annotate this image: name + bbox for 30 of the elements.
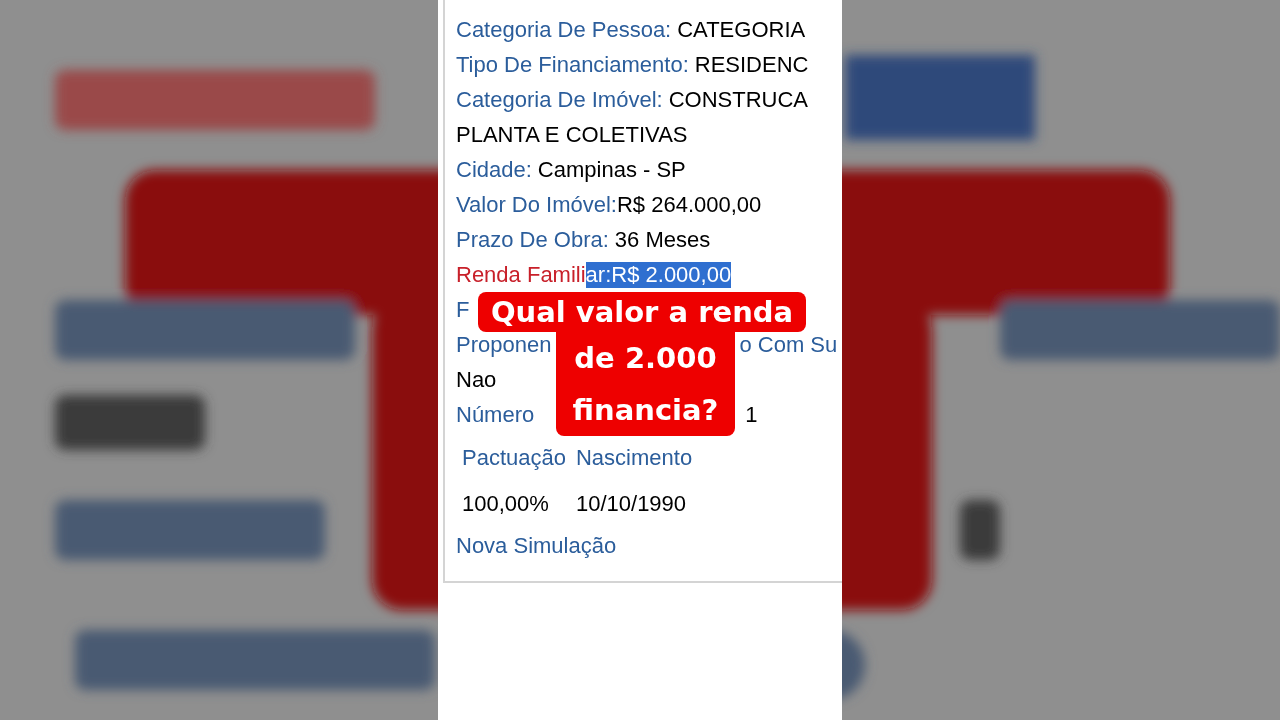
new-simulation-link[interactable]: Nova Simulação [456, 533, 617, 559]
field-value: Nao [456, 367, 497, 393]
selected-text: ar: [585, 262, 612, 288]
field-label: o Com Su [739, 332, 838, 358]
field-label: Categoria De Imóvel: [456, 87, 663, 113]
field-label: Valor Do Imóvel: [456, 192, 617, 218]
field-label: Categoria De Pessoa: [456, 17, 672, 43]
field-value: CONSTRUCA [668, 87, 808, 113]
field-label: Tipo De Financiamento: [456, 52, 689, 78]
field-label: Número [456, 402, 535, 428]
field-label: F [456, 297, 470, 323]
caption-overlay: Qual valor a renda [478, 292, 806, 332]
field-value: 36 Meses [614, 227, 711, 253]
field-label: Proponen [456, 332, 552, 358]
caption-overlay: de 2.000 [556, 332, 735, 384]
column-header: Pactuação [462, 445, 566, 472]
field-value: PLANTA E COLETIVAS [456, 122, 688, 148]
selected-text: R$ 2.000,00 [611, 262, 732, 288]
field-value: Campinas - SP [537, 157, 686, 183]
field-value: 1 [745, 402, 758, 428]
field-value: RESIDENC [694, 52, 809, 78]
table-cell-text: 100,00% [462, 491, 550, 518]
column-header: Nascimento [575, 445, 693, 472]
field-label: Prazo De Obra: [456, 227, 609, 253]
caption-overlay: financia? [556, 384, 735, 436]
field-value: R$ 264.000,00 [617, 192, 762, 218]
field-label: Cidade: [456, 157, 532, 183]
table-cell-text: 10/10/1990 [575, 491, 688, 518]
field-label: Renda Famili [456, 262, 586, 288]
field-value: CATEGORIA [677, 17, 806, 43]
